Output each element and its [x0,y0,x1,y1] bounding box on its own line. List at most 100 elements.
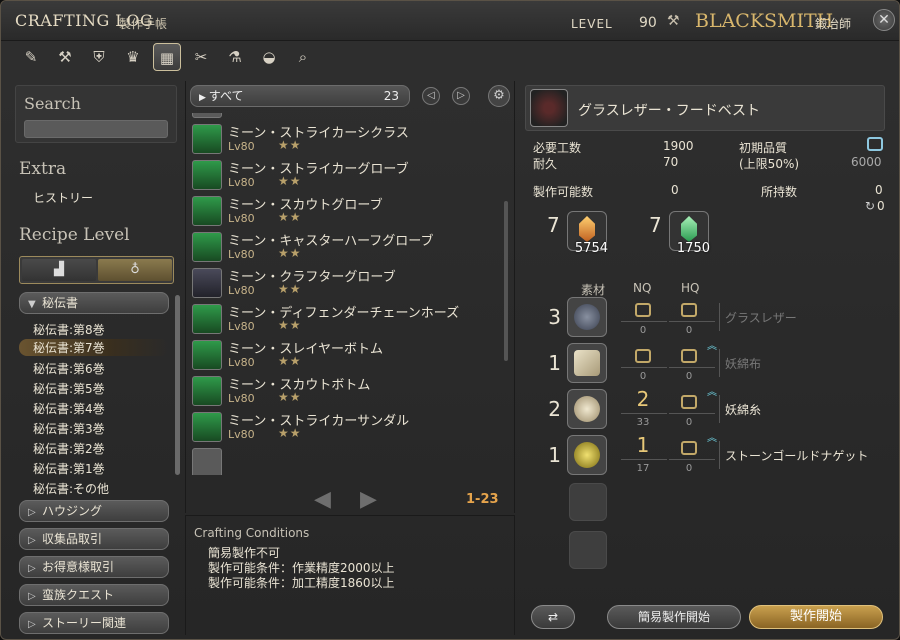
initial-quality-label: 初期品質 [739,141,788,155]
category-housing[interactable]: ▷ ハウジング [19,500,169,522]
list-item[interactable]: ミーン・ストライカーシクラス Lv80 ★★ [190,121,500,157]
chevron-down-icon: ▼ [28,299,36,310]
recipe-level: Lv80 [228,284,255,297]
row-separator [719,303,720,331]
sidebar-scrollbar[interactable] [175,295,180,475]
nq-slot[interactable] [635,303,651,317]
material-row[interactable]: 3 0 0 グラスレザー [517,295,897,339]
prev-filter-button[interactable]: ◁ [422,87,440,105]
hq-underline [669,459,715,460]
list-item[interactable]: ミーン・ストライカーサンダル Lv80 ★★ [190,409,500,445]
history-link[interactable]: ヒストリー [33,189,93,206]
list-item[interactable]: ミーン・クラフターグローブ Lv80 ★★ [190,265,500,301]
cloth-icon[interactable] [567,343,607,383]
nq-slot[interactable]: 1 [633,435,653,455]
recipe-note-icon[interactable]: ⇄ [531,605,575,629]
item-icon[interactable] [530,89,568,127]
list-item[interactable]: ミーン・スカウトボトム Lv80 ★★ [190,373,500,409]
search-input[interactable] [24,120,168,138]
category-collectables[interactable]: ▷ 収集品取引 [19,528,169,550]
chevron-right-icon: ▷ [28,535,36,546]
hq-slot[interactable] [681,441,697,455]
goldsmith-icon[interactable]: ♛ [119,43,147,71]
leather-icon[interactable] [567,297,607,337]
list-item[interactable]: ミーン・ディフェンダーチェーンホーズ Lv80 ★★ [190,301,500,337]
category-custom-deliveries[interactable]: ▷ お得意様取引 [19,556,169,578]
list-item[interactable]: ミーン・スレイヤーボトム Lv80 ★★ [190,337,500,373]
extra-title: Extra [19,159,67,179]
empty-material-slot [569,483,607,521]
recipe-stars: ★★ [278,246,302,260]
recipe-stars: ★★ [278,390,302,404]
list-item[interactable]: ミーン・ストライカーグローブ Lv80 ★★ [190,157,500,193]
material-name: 妖綿糸 [725,403,762,417]
required-work-value: 1900 [663,139,694,153]
sub-item-vol4[interactable]: 秘伝書:第4巻 [33,400,105,417]
thread-icon[interactable] [567,389,607,429]
empty-material-slot [569,531,607,569]
search-icon[interactable]: ⌕ [289,43,317,71]
hq-slot[interactable] [681,303,697,317]
conditions-title: Crafting Conditions [194,526,310,540]
weaver-icon[interactable]: ✂ [187,43,215,71]
category-tribal-quests[interactable]: ▷ 蛮族クエスト [19,584,169,606]
sub-item-vol8[interactable]: 秘伝書:第8巻 [33,321,105,338]
prev-page-icon[interactable]: ◀ [314,487,331,512]
material-row[interactable]: 1 0 0 ︽ 妖綿布 [517,341,897,385]
condition-line: 製作可能条件：加工精度1860以上 [208,576,395,590]
sub-item-other[interactable]: 秘伝書:その他 [33,480,109,497]
sub-item-vol7[interactable]: 秘伝書:第7巻 [19,339,169,356]
armorer-icon[interactable]: ⛨ [85,43,113,71]
list-item[interactable]: ミーン・キャスターハーフグローブ Lv80 ★★ [190,229,500,265]
money-bag-icon[interactable]: ♁ [98,259,172,281]
category-secret-recipes[interactable]: ▼ 秘伝書 [19,292,169,314]
next-filter-button[interactable]: ▷ [452,87,470,105]
job-name: BLACKSMITH [695,10,834,32]
hq-slot[interactable] [681,349,697,363]
list-item[interactable] [190,445,500,475]
hq-underline [669,321,715,322]
recipe-icon [192,412,222,442]
crystal-need: 7 [649,213,662,237]
search-title: Search [24,94,81,113]
hq-up-arrow-icon: ︽ [707,341,717,352]
category-story[interactable]: ▷ ストーリー関連 [19,612,169,634]
hq-header: HQ [681,281,700,295]
recipe-list-scrollbar[interactable] [504,201,508,361]
title-bar[interactable]: CRAFTING LOG 製作手帳 LEVEL 90 ⚒ BLACKSMITH … [1,1,899,41]
level-sort-icon[interactable]: ▟ [22,259,96,281]
leatherworker-icon[interactable]: ▦ [153,43,181,71]
alchemist-icon[interactable]: ⚗ [221,43,249,71]
hq-checkbox[interactable] [867,137,883,151]
material-row[interactable]: 2 2 33 0 ︽ 妖綿糸 [517,387,897,431]
sub-item-vol6[interactable]: 秘伝書:第6巻 [33,360,105,377]
sub-item-vol1[interactable]: 秘伝書:第1巻 [33,460,105,477]
nq-owned: 33 [636,417,650,428]
gear-icon[interactable]: ⚙ [488,85,510,107]
list-item[interactable]: Lv80 [190,113,500,121]
fire-crystal-icon[interactable]: 5754 [567,211,608,256]
nugget-icon[interactable] [567,435,607,475]
recipe-level: Lv80 [228,140,255,153]
sub-item-vol2[interactable]: 秘伝書:第2巻 [33,440,105,457]
hq-slot[interactable] [681,395,697,409]
nq-slot[interactable]: 2 [633,389,653,409]
list-item[interactable]: ミーン・スカウトグローブ Lv80 ★★ [190,193,500,229]
culinarian-icon[interactable]: ◒ [255,43,283,71]
quick-synthesis-button[interactable]: 簡易製作開始 [607,605,741,629]
carpenter-icon[interactable]: ✎ [17,43,45,71]
close-button[interactable]: ✕ [873,9,895,31]
level-label: LEVEL [571,17,613,31]
synthesize-button[interactable]: 製作開始 [749,605,883,629]
sub-item-vol5[interactable]: 秘伝書:第5巻 [33,380,105,397]
nq-slot[interactable] [635,349,651,363]
next-page-icon[interactable]: ▶ [360,487,377,512]
row-separator [719,349,720,377]
blacksmith-icon[interactable]: ⚒ [51,43,79,71]
material-row[interactable]: 1 1 17 0 ︽ ストーンゴールドナゲット [517,433,897,477]
wind-crystal-icon[interactable]: 1750 [669,211,710,256]
sub-item-vol3[interactable]: 秘伝書:第3巻 [33,420,105,437]
nq-underline [621,459,667,460]
recipe-name: ミーン・スカウトグローブ [228,198,383,213]
recipe-filter-dropdown[interactable]: ▶ すべて 23 [190,85,410,107]
